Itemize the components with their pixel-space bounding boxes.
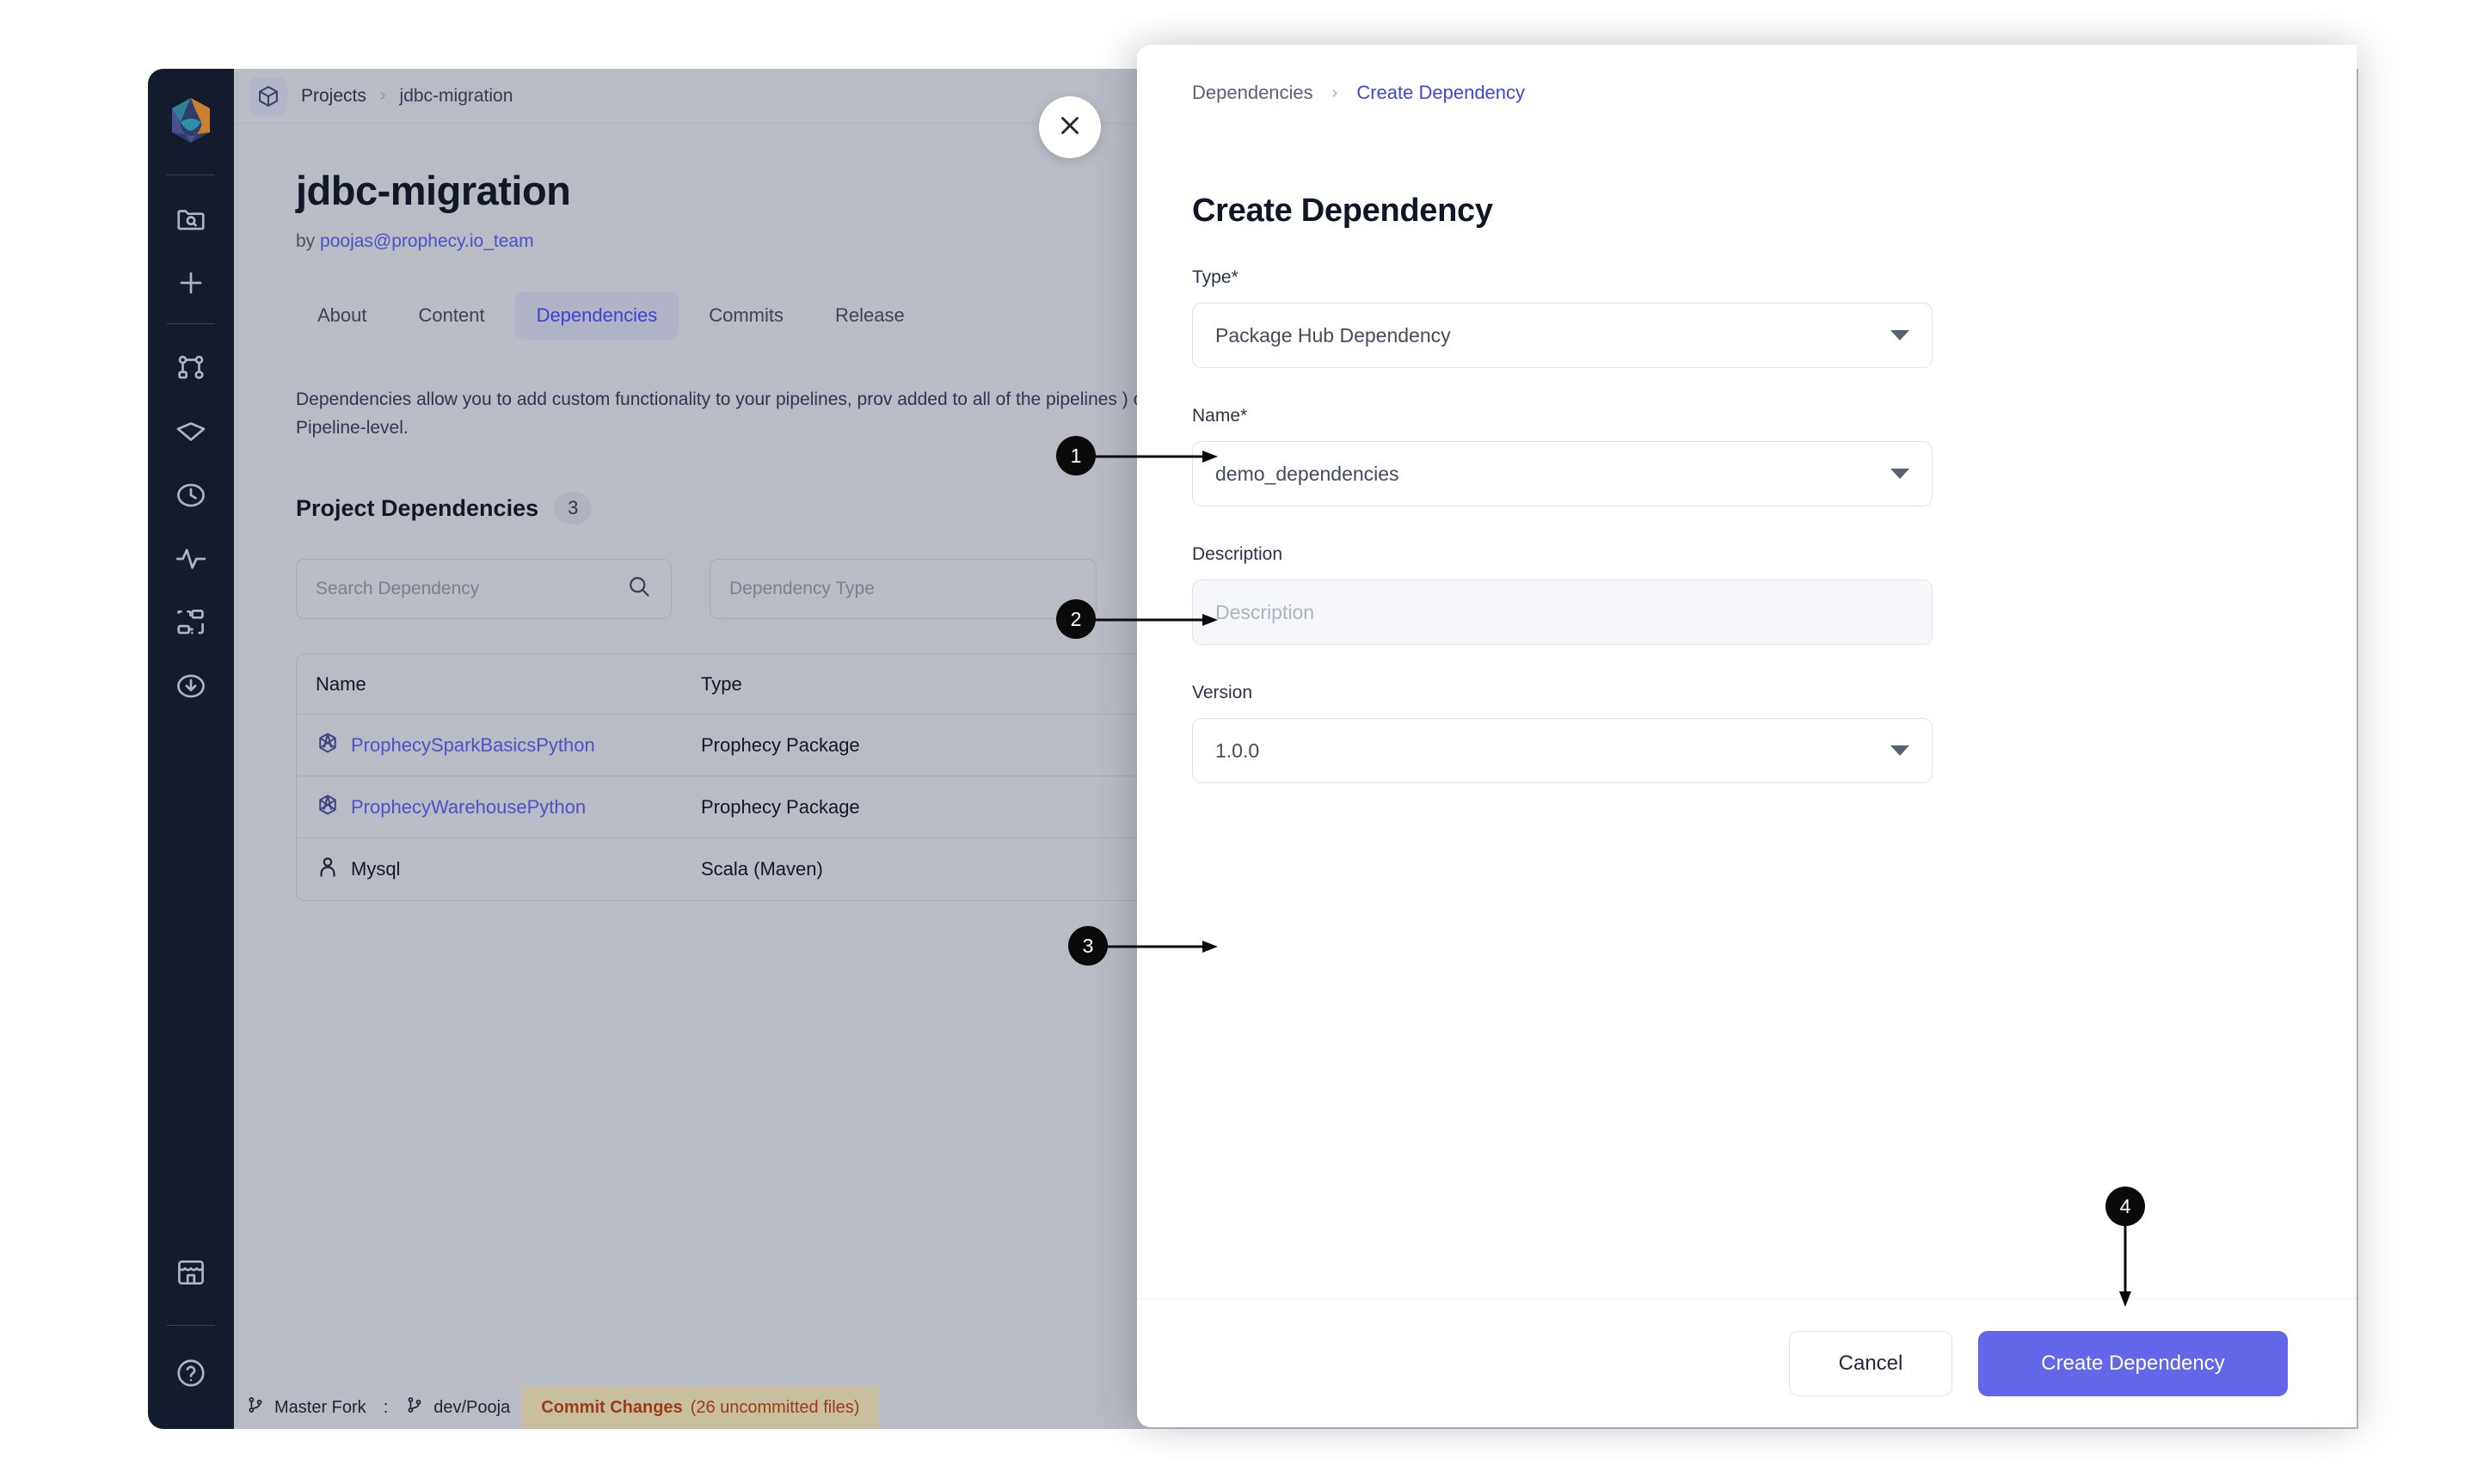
description-label: Description (1192, 544, 1283, 564)
dependency-name-cell[interactable]: ProphecyWarehousePython (297, 793, 701, 822)
version-select[interactable]: 1.0.0 (1192, 718, 1933, 783)
annotation-3-badge: 3 (1068, 926, 1108, 966)
prophecy-logo[interactable] (169, 96, 213, 149)
search-placeholder: Search Dependency (316, 579, 480, 599)
breadcrumb-current: jdbc-migration (399, 85, 513, 106)
name-select[interactable]: demo_dependencies (1192, 441, 1933, 506)
cube-icon (249, 77, 287, 115)
type-select[interactable]: Package Hub Dependency (1192, 303, 1933, 368)
rail-item-history[interactable] (164, 469, 218, 522)
chevron-down-icon (1890, 330, 1909, 340)
close-drawer-button[interactable] (1039, 96, 1101, 158)
name-label: Name* (1192, 406, 1248, 426)
rail-item-monitoring[interactable] (164, 532, 218, 586)
by-prefix: by (296, 231, 316, 251)
name-field-group: Name* demo_dependencies (1192, 406, 2302, 506)
annotation-1: 1 (1056, 430, 1228, 481)
table-row[interactable]: Mysql Scala (Maven) (297, 838, 1241, 900)
section-title: Project Dependencies (296, 494, 539, 521)
rail-divider-bottom (167, 1325, 215, 1326)
type-label: Type* (1192, 267, 1238, 287)
dependency-name-cell[interactable]: ProphecySparkBasicsPython (297, 731, 701, 760)
column-header-name: Name (316, 672, 366, 695)
status-separator: : (383, 1397, 389, 1417)
rail-item-gems[interactable] (164, 405, 218, 458)
master-fork-item[interactable]: Master Fork (234, 1395, 378, 1420)
drawer-breadcrumb-root[interactable]: Dependencies (1192, 82, 1313, 104)
description-placeholder: Description (1215, 600, 1315, 623)
version-field-group: Version 1.0.0 (1192, 683, 2302, 783)
rail-item-jobs[interactable] (164, 596, 218, 649)
tab-content[interactable]: Content (397, 291, 507, 340)
table-row[interactable]: ProphecyWarehousePython Prophecy Package (297, 776, 1241, 839)
name-select-value: demo_dependencies (1215, 462, 1399, 485)
table-row[interactable]: ProphecySparkBasicsPython Prophecy Packa… (297, 714, 1241, 777)
annotation-2-badge: 2 (1056, 599, 1096, 639)
master-fork-label: Master Fork (274, 1397, 366, 1417)
chevron-down-icon (1890, 469, 1909, 479)
project-owner-link[interactable]: poojas@prophecy.io_team (320, 231, 534, 251)
rail-item-new[interactable] (164, 256, 218, 310)
annotation-4: 4 (2105, 1187, 2157, 1307)
git-branch-icon (405, 1395, 424, 1420)
rail-divider-mid (167, 323, 215, 324)
breadcrumb-projects[interactable]: Projects (301, 86, 366, 107)
type-field-group: Type* Package Hub Dependency (1192, 267, 2302, 368)
dependency-name-text: ProphecyWarehousePython (351, 795, 587, 818)
create-dependency-button[interactable]: Create Dependency (1978, 1330, 2288, 1396)
screen: Projects › jdbc-migration jdbc-migration… (0, 0, 2477, 1484)
person-icon (316, 855, 340, 884)
search-icon (626, 573, 652, 604)
chevron-down-icon (1890, 745, 1909, 756)
drawer-breadcrumb-separator: › (1331, 83, 1338, 102)
rail-item-help[interactable] (164, 1346, 218, 1400)
version-select-value: 1.0.0 (1215, 739, 1260, 762)
rail-item-marketplace[interactable] (164, 1246, 218, 1299)
drawer-breadcrumb-current: Create Dependency (1356, 82, 1526, 103)
create-dependency-drawer: Dependencies › Create Dependency Create … (1137, 45, 2357, 1427)
tab-dependencies[interactable]: Dependencies (514, 291, 679, 340)
cancel-button[interactable]: Cancel (1789, 1330, 1952, 1396)
rail-item-pipelines[interactable] (164, 341, 218, 395)
annotation-1-badge: 1 (1056, 436, 1096, 475)
left-icon-rail (148, 69, 234, 1429)
version-label: Version (1192, 683, 1253, 702)
commit-changes-label: Commit Changes (541, 1397, 683, 1417)
dependency-name-text: ProphecySparkBasicsPython (351, 733, 595, 756)
package-hex-icon (316, 793, 340, 822)
dependency-name-cell[interactable]: Mysql (297, 855, 701, 884)
close-icon (1055, 111, 1085, 144)
tab-release[interactable]: Release (814, 291, 926, 340)
tab-commits[interactable]: Commits (687, 291, 805, 340)
package-hex-icon (316, 731, 340, 760)
rail-item-search-project[interactable] (164, 193, 218, 246)
dependencies-description: Dependencies allow you to add custom fun… (296, 389, 1150, 438)
branch-item[interactable]: dev/Pooja (393, 1395, 522, 1420)
rail-item-downloads[interactable] (164, 659, 218, 713)
annotation-4-badge: 4 (2105, 1187, 2145, 1226)
commit-changes-button[interactable]: Commit Changes (26 uncommitted files) (522, 1386, 879, 1429)
annotation-3: 3 (1068, 920, 1240, 972)
dependency-name-text: Mysql (351, 858, 401, 880)
branch-label: dev/Pooja (433, 1397, 511, 1417)
git-branch-icon (246, 1395, 265, 1420)
breadcrumb-separator: › (379, 86, 386, 105)
dependencies-table: Name Type ProphecySparkBasicsPython Prop… (296, 653, 1242, 902)
dependency-type-filter[interactable]: Dependency Type (710, 559, 1097, 620)
description-input[interactable]: Description (1192, 579, 1933, 645)
tab-about[interactable]: About (296, 291, 389, 340)
dependency-type-placeholder: Dependency Type (729, 579, 875, 599)
type-select-value: Package Hub Dependency (1215, 323, 1451, 346)
drawer-breadcrumb: Dependencies › Create Dependency (1137, 45, 2357, 141)
annotation-2: 2 (1056, 593, 1228, 645)
uncommitted-files-count: (26 uncommitted files) (690, 1397, 860, 1417)
drawer-form: Create Dependency Type* Package Hub Depe… (1137, 141, 2357, 783)
description-field-group: Description Description (1192, 544, 2302, 645)
dependencies-count-badge: 3 (554, 492, 593, 525)
table-header-row: Name Type (297, 654, 1241, 715)
search-dependency-input[interactable]: Search Dependency (296, 559, 672, 620)
drawer-title: Create Dependency (1192, 193, 1493, 229)
drawer-footer: Cancel Create Dependency (1137, 1298, 2357, 1427)
